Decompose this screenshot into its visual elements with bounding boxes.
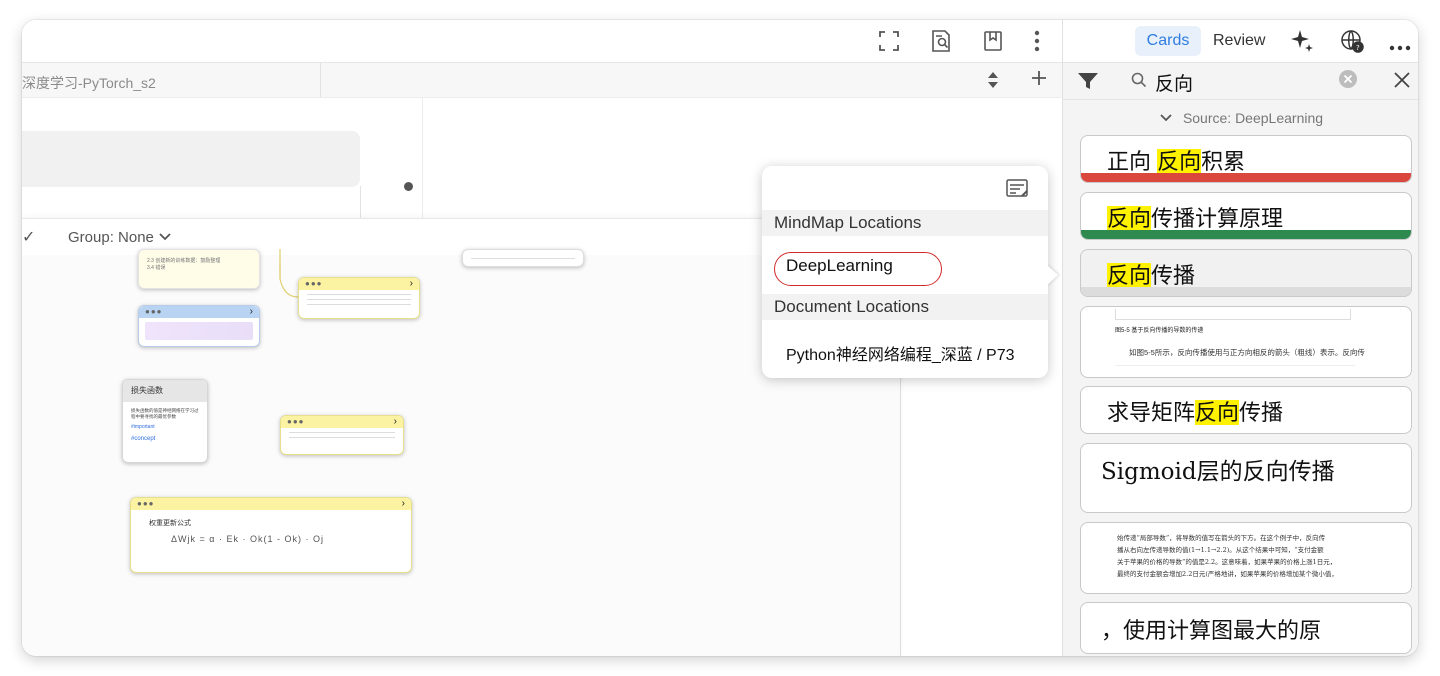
card-color-stripe <box>1081 230 1411 239</box>
card-text: ，使用计算图最大的原 <box>1101 618 1322 643</box>
chevron-down-icon <box>1160 114 1172 122</box>
cards-sidebar: Cards Review ? 反向 Source: DeepLearning 正… <box>1062 20 1418 656</box>
ai-sparkle-icon[interactable] <box>1289 28 1315 59</box>
document-search-icon[interactable] <box>926 26 956 56</box>
source-label: Source: DeepLearning <box>1182 110 1324 126</box>
note-node[interactable] <box>462 249 584 267</box>
toc-node[interactable]: 2.3 创建新的训练数据：鼓励整理 3.4 错误 <box>138 249 260 289</box>
clear-search-icon[interactable] <box>1339 70 1357 88</box>
tab-bar: 深度学习-PyTorch_s2 <box>22 63 1062 98</box>
top-toolbar <box>22 20 1062 63</box>
scan-caption: 图5-5 基于反向传播的导数的传递 <box>1115 328 1204 334</box>
more-horizontal-icon[interactable] <box>1389 38 1411 56</box>
tab-review[interactable]: Review <box>1213 26 1265 56</box>
toc-item: 2.3 创建新的训练数据：鼓励整理 <box>147 258 221 264</box>
node-body: 损失函数的值是神经网络在学习过程中要寻找的最优参数 <box>131 408 199 419</box>
loss-function-node[interactable]: 损失函数 损失函数的值是神经网络在学习过程中要寻找的最优参数 #importan… <box>122 379 208 463</box>
card-edit-icon[interactable] <box>1006 178 1030 205</box>
note-node[interactable]: ●●● › <box>138 305 260 347</box>
document-locations-header: Document Locations <box>762 294 1048 320</box>
card-color-stripe <box>1081 173 1411 182</box>
sidebar-toolbar: Cards Review ? <box>1063 20 1418 63</box>
search-icon <box>1131 72 1147 93</box>
scan-line: 播从右向左传递导数的值(1→1.1→2.2)。从这个结果中可知，“支付金额 <box>1117 546 1324 554</box>
card-item[interactable]: Sigmoid层的反向传播 <box>1080 443 1412 513</box>
card-item-scan[interactable]: 图5-5 基于反向传播的导数的传递 如图5-5所示，反向传播使用与正方向相反的箭… <box>1080 306 1412 378</box>
node-title: 损失函数 <box>123 380 207 402</box>
card-item[interactable]: 反向传播计算原理 <box>1080 192 1412 240</box>
fullscreen-icon[interactable] <box>874 26 904 56</box>
card-item[interactable]: 反向传播 <box>1080 249 1412 297</box>
link-icon[interactable] <box>404 182 413 191</box>
tag-label[interactable]: #concept <box>123 430 207 442</box>
app-window: 深度学习-PyTorch_s2 ✓ Group: None 2.3 创建新的训练… <box>22 20 1418 656</box>
search-input[interactable]: 反向 <box>1155 69 1193 96</box>
tab-title: 深度学习-PyTorch_s2 <box>22 75 156 91</box>
document-location-item[interactable]: Python神经网络编程_深蓝 / P73 <box>786 341 1015 365</box>
filter-icon[interactable] <box>1077 71 1099 96</box>
weight-update-node[interactable]: ●●● › 权重更新公式 ΔWjk = α · Ek · Ok(1 - Ok) ·… <box>130 497 412 573</box>
search-bar: 反向 <box>1063 63 1418 100</box>
scan-line: 最终的支付金额会增加2.2日元(严格地讲，如果苹果的价格增加某个微小值， <box>1117 570 1338 578</box>
web-help-icon[interactable]: ? <box>1339 28 1365 59</box>
toc-item: 3.4 错误 <box>147 265 166 271</box>
document-block <box>22 131 360 187</box>
card-item[interactable]: 正向 反向积累 <box>1080 135 1412 183</box>
mindmap-locations-header: MindMap Locations <box>762 210 1048 236</box>
scan-line: 关于苹果的价格的导数”的值是2.2。这意味着，如果苹果的价格上涨1日元， <box>1117 558 1337 566</box>
card-item[interactable]: 求导矩阵反向传播 <box>1080 386 1412 434</box>
formula: ΔWjk = α · Ek · Ok(1 - Ok) · Oj <box>171 534 324 544</box>
card-text: Sigmoid层的反向传播 <box>1101 459 1335 485</box>
card-color-stripe <box>1081 287 1411 296</box>
note-node[interactable]: ●●● › <box>280 415 404 455</box>
tab-cards[interactable]: Cards <box>1135 26 1201 56</box>
document-preview <box>22 98 423 218</box>
tab-document[interactable]: 深度学习-PyTorch_s2 <box>22 63 321 97</box>
close-icon[interactable] <box>1393 71 1411 94</box>
popup-pointer <box>1046 264 1058 286</box>
source-group-header[interactable]: Source: DeepLearning <box>1063 110 1418 126</box>
more-vertical-icon[interactable] <box>1022 26 1052 56</box>
node-title: 权重更新公式 <box>149 520 191 527</box>
add-icon[interactable] <box>1030 69 1048 92</box>
divider <box>360 186 361 218</box>
svg-text:?: ? <box>1356 44 1360 52</box>
sort-icon[interactable] <box>986 71 1000 94</box>
note-node[interactable]: ●●● › <box>298 277 420 319</box>
locations-popup: MindMap Locations DeepLearning Document … <box>762 166 1048 378</box>
scan-line: 始传递“局部导数”，将导数的值写在箭头的下方。在这个例子中，反向传 <box>1117 534 1326 542</box>
card-item[interactable]: ，使用计算图最大的原 <box>1080 602 1412 654</box>
tag-label[interactable]: #important <box>123 420 207 430</box>
scan-text: 如图5-5所示，反向传播使用与正方向相反的箭头（粗线）表示。反向传 <box>1129 348 1365 357</box>
card-item-scan[interactable]: 始传递“局部导数”，将导数的值写在箭头的下方。在这个例子中，反向传 播从右向左传… <box>1080 522 1412 594</box>
bookmark-icon[interactable] <box>978 26 1008 56</box>
mindmap-location-item[interactable]: DeepLearning <box>786 256 893 276</box>
